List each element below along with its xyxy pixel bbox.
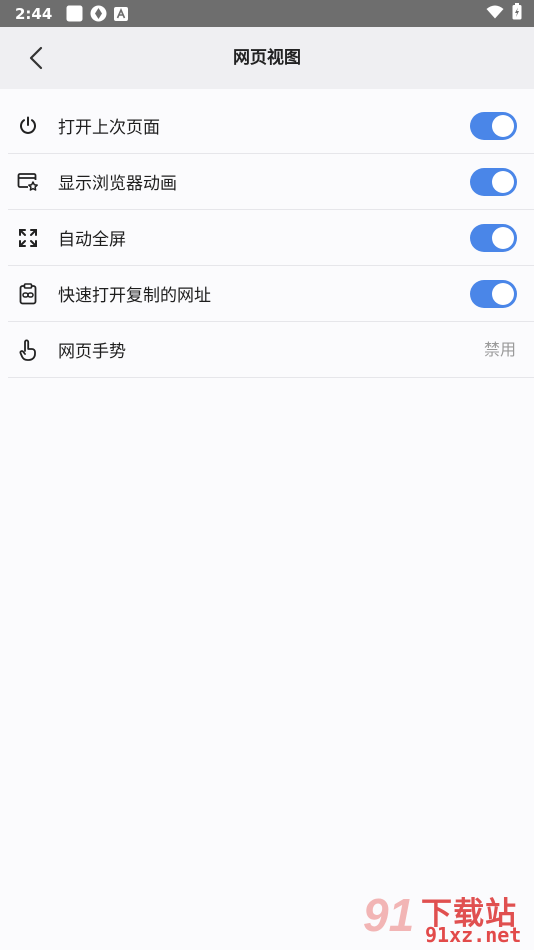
toggle-knob: [492, 115, 514, 137]
watermark-url: 91xz.net: [425, 923, 522, 947]
setting-row-open-last-page[interactable]: 打开上次页面: [8, 98, 534, 154]
hand-gesture-icon: [17, 339, 39, 361]
toggle-knob: [492, 171, 514, 193]
setting-row-auto-fullscreen[interactable]: 自动全屏: [8, 210, 534, 266]
chevron-left-icon: [29, 46, 43, 70]
browser-star-icon: [17, 171, 39, 193]
setting-label: 显示浏览器动画: [58, 174, 177, 194]
setting-label: 打开上次页面: [58, 118, 160, 138]
clipboard-link-icon: [17, 282, 39, 305]
toggle-knob: [492, 227, 514, 249]
settings-list: 打开上次页面 显示浏览器动画 自动全屏 快速打开复制的网址 网页手势 禁用: [8, 98, 534, 378]
fullscreen-icon: [17, 227, 39, 249]
font-a-icon: [114, 6, 129, 21]
status-bar: 2:44: [0, 0, 534, 27]
setting-label: 自动全屏: [58, 230, 126, 250]
setting-row-web-gesture[interactable]: 网页手势 禁用: [8, 322, 534, 378]
watermark-number: 91: [363, 889, 415, 941]
web-gesture-value[interactable]: 禁用: [484, 322, 516, 378]
toggle-knob: [492, 283, 514, 305]
wifi-icon: [486, 4, 504, 23]
power-icon: [17, 115, 39, 137]
status-time: 2:44: [15, 4, 53, 23]
back-button[interactable]: [18, 40, 54, 76]
battery-icon: [512, 3, 522, 24]
open-last-page-toggle[interactable]: [470, 112, 517, 140]
setting-label: 快速打开复制的网址: [58, 286, 211, 306]
auto-fullscreen-toggle[interactable]: [470, 224, 517, 252]
browser-animation-toggle[interactable]: [470, 168, 517, 196]
notification-square-icon: [66, 5, 83, 22]
setting-label: 网页手势: [58, 342, 126, 362]
app-badge-icon: [90, 5, 107, 22]
page-title: 网页视图: [233, 48, 301, 68]
site-watermark: 91 下载站 91xz.net: [359, 886, 534, 950]
setting-row-browser-animation[interactable]: 显示浏览器动画: [8, 154, 534, 210]
open-copied-url-toggle[interactable]: [470, 280, 517, 308]
app-header: 网页视图: [0, 27, 534, 89]
setting-row-open-copied-url[interactable]: 快速打开复制的网址: [8, 266, 534, 322]
